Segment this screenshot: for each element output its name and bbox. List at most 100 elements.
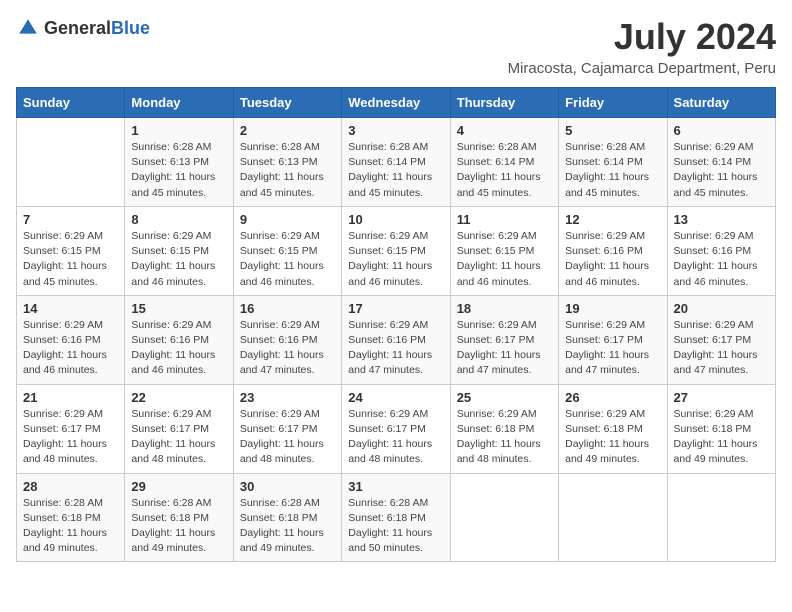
day-info: Sunrise: 6:28 AM Sunset: 6:14 PM Dayligh… — [457, 140, 552, 201]
day-number: 10 — [348, 212, 443, 227]
day-number: 20 — [674, 301, 769, 316]
day-number: 1 — [131, 123, 226, 138]
calendar-week-row-2: 14 Sunrise: 6:29 AM Sunset: 6:16 PM Dayli… — [17, 295, 776, 384]
calendar-cell: 5 Sunrise: 6:28 AM Sunset: 6:14 PM Daylig… — [559, 118, 667, 207]
day-info: Sunrise: 6:29 AM Sunset: 6:15 PM Dayligh… — [240, 229, 335, 290]
calendar-table: Sunday Monday Tuesday Wednesday Thursday… — [16, 87, 776, 562]
calendar-cell — [450, 473, 558, 562]
day-info: Sunrise: 6:28 AM Sunset: 6:18 PM Dayligh… — [348, 496, 443, 557]
calendar-cell: 12 Sunrise: 6:29 AM Sunset: 6:16 PM Dayli… — [559, 206, 667, 295]
day-number: 7 — [23, 212, 118, 227]
day-info: Sunrise: 6:29 AM Sunset: 6:15 PM Dayligh… — [23, 229, 118, 290]
day-number: 3 — [348, 123, 443, 138]
day-info: Sunrise: 6:29 AM Sunset: 6:15 PM Dayligh… — [131, 229, 226, 290]
calendar-cell: 24 Sunrise: 6:29 AM Sunset: 6:17 PM Dayli… — [342, 384, 450, 473]
day-info: Sunrise: 6:29 AM Sunset: 6:17 PM Dayligh… — [565, 318, 660, 379]
calendar-cell: 6 Sunrise: 6:29 AM Sunset: 6:14 PM Daylig… — [667, 118, 775, 207]
day-number: 5 — [565, 123, 660, 138]
calendar-week-row-0: 1 Sunrise: 6:28 AM Sunset: 6:13 PM Daylig… — [17, 118, 776, 207]
day-number: 8 — [131, 212, 226, 227]
day-info: Sunrise: 6:29 AM Sunset: 6:17 PM Dayligh… — [23, 407, 118, 468]
calendar-week-row-1: 7 Sunrise: 6:29 AM Sunset: 6:15 PM Daylig… — [17, 206, 776, 295]
calendar-header-row: Sunday Monday Tuesday Wednesday Thursday… — [17, 88, 776, 118]
title-section: July 2024 Miracosta, Cajamarca Departmen… — [508, 16, 776, 77]
day-info: Sunrise: 6:28 AM Sunset: 6:18 PM Dayligh… — [23, 496, 118, 557]
calendar-cell: 11Sunrise: 6:29 AM Sunset: 6:15 PM Dayli… — [450, 206, 558, 295]
calendar-cell: 17Sunrise: 6:29 AM Sunset: 6:16 PM Dayli… — [342, 295, 450, 384]
day-info: Sunrise: 6:29 AM Sunset: 6:17 PM Dayligh… — [240, 407, 335, 468]
day-info: Sunrise: 6:28 AM Sunset: 6:14 PM Dayligh… — [565, 140, 660, 201]
calendar-cell: 14 Sunrise: 6:29 AM Sunset: 6:16 PM Dayli… — [17, 295, 125, 384]
day-info: Sunrise: 6:29 AM Sunset: 6:16 PM Dayligh… — [131, 318, 226, 379]
calendar-cell: 27Sunrise: 6:29 AM Sunset: 6:18 PM Dayli… — [667, 384, 775, 473]
day-info: Sunrise: 6:29 AM Sunset: 6:16 PM Dayligh… — [674, 229, 769, 290]
header-wednesday: Wednesday — [342, 88, 450, 118]
calendar-cell: 15 Sunrise: 6:29 AM Sunset: 6:16 PM Dayli… — [125, 295, 233, 384]
day-number: 2 — [240, 123, 335, 138]
day-info: Sunrise: 6:29 AM Sunset: 6:14 PM Dayligh… — [674, 140, 769, 201]
day-info: Sunrise: 6:29 AM Sunset: 6:16 PM Dayligh… — [23, 318, 118, 379]
day-number: 22 — [131, 390, 226, 405]
day-number: 24 — [348, 390, 443, 405]
day-number: 11 — [457, 212, 552, 227]
calendar-cell: 9 Sunrise: 6:29 AM Sunset: 6:15 PM Daylig… — [233, 206, 341, 295]
calendar-cell: 29 Sunrise: 6:28 AM Sunset: 6:18 PM Dayli… — [125, 473, 233, 562]
day-info: Sunrise: 6:29 AM Sunset: 6:17 PM Dayligh… — [131, 407, 226, 468]
day-info: Sunrise: 6:29 AM Sunset: 6:18 PM Dayligh… — [565, 407, 660, 468]
day-info: Sunrise: 6:29 AM Sunset: 6:17 PM Dayligh… — [348, 407, 443, 468]
day-number: 29 — [131, 479, 226, 494]
month-title: July 2024 — [508, 16, 776, 58]
calendar-cell — [17, 118, 125, 207]
calendar-cell: 8 Sunrise: 6:29 AM Sunset: 6:15 PM Daylig… — [125, 206, 233, 295]
day-number: 30 — [240, 479, 335, 494]
day-info: Sunrise: 6:28 AM Sunset: 6:18 PM Dayligh… — [131, 496, 226, 557]
day-number: 31 — [348, 479, 443, 494]
calendar-cell: 13 Sunrise: 6:29 AM Sunset: 6:16 PM Dayli… — [667, 206, 775, 295]
calendar-week-row-4: 28 Sunrise: 6:28 AM Sunset: 6:18 PM Dayli… — [17, 473, 776, 562]
calendar-cell: 4 Sunrise: 6:28 AM Sunset: 6:14 PM Daylig… — [450, 118, 558, 207]
calendar-cell: 23 Sunrise: 6:29 AM Sunset: 6:17 PM Dayli… — [233, 384, 341, 473]
header-friday: Friday — [559, 88, 667, 118]
day-number: 13 — [674, 212, 769, 227]
day-number: 17 — [348, 301, 443, 316]
calendar-cell: 25 Sunrise: 6:29 AM Sunset: 6:18 PM Dayli… — [450, 384, 558, 473]
calendar-week-row-3: 21 Sunrise: 6:29 AM Sunset: 6:17 PM Dayli… — [17, 384, 776, 473]
logo: GeneralBlue — [16, 16, 150, 40]
logo-icon — [16, 16, 40, 40]
day-info: Sunrise: 6:29 AM Sunset: 6:16 PM Dayligh… — [240, 318, 335, 379]
day-info: Sunrise: 6:29 AM Sunset: 6:16 PM Dayligh… — [565, 229, 660, 290]
calendar-cell — [667, 473, 775, 562]
calendar-cell: 31 Sunrise: 6:28 AM Sunset: 6:18 PM Dayli… — [342, 473, 450, 562]
header-sunday: Sunday — [17, 88, 125, 118]
day-number: 14 — [23, 301, 118, 316]
calendar-cell: 20Sunrise: 6:29 AM Sunset: 6:17 PM Dayli… — [667, 295, 775, 384]
day-number: 26 — [565, 390, 660, 405]
calendar-cell: 2 Sunrise: 6:28 AM Sunset: 6:13 PM Daylig… — [233, 118, 341, 207]
calendar-cell: 3 Sunrise: 6:28 AM Sunset: 6:14 PM Daylig… — [342, 118, 450, 207]
day-number: 12 — [565, 212, 660, 227]
day-info: Sunrise: 6:29 AM Sunset: 6:15 PM Dayligh… — [348, 229, 443, 290]
day-info: Sunrise: 6:29 AM Sunset: 6:18 PM Dayligh… — [457, 407, 552, 468]
calendar-cell: 22 Sunrise: 6:29 AM Sunset: 6:17 PM Dayli… — [125, 384, 233, 473]
day-number: 6 — [674, 123, 769, 138]
day-info: Sunrise: 6:28 AM Sunset: 6:13 PM Dayligh… — [240, 140, 335, 201]
day-number: 16 — [240, 301, 335, 316]
day-number: 9 — [240, 212, 335, 227]
day-info: Sunrise: 6:28 AM Sunset: 6:13 PM Dayligh… — [131, 140, 226, 201]
day-number: 28 — [23, 479, 118, 494]
logo-text-general: GeneralBlue — [44, 18, 150, 39]
header: GeneralBlue July 2024 Miracosta, Cajamar… — [16, 16, 776, 77]
day-number: 21 — [23, 390, 118, 405]
day-number: 19 — [565, 301, 660, 316]
header-tuesday: Tuesday — [233, 88, 341, 118]
header-monday: Monday — [125, 88, 233, 118]
calendar-cell: 10 Sunrise: 6:29 AM Sunset: 6:15 PM Dayli… — [342, 206, 450, 295]
day-info: Sunrise: 6:28 AM Sunset: 6:14 PM Dayligh… — [348, 140, 443, 201]
day-number: 4 — [457, 123, 552, 138]
calendar-cell: 16 Sunrise: 6:29 AM Sunset: 6:16 PM Dayli… — [233, 295, 341, 384]
day-number: 25 — [457, 390, 552, 405]
day-number: 23 — [240, 390, 335, 405]
day-number: 15 — [131, 301, 226, 316]
calendar-cell: 26 Sunrise: 6:29 AM Sunset: 6:18 PM Dayli… — [559, 384, 667, 473]
calendar-cell: 1 Sunrise: 6:28 AM Sunset: 6:13 PM Daylig… — [125, 118, 233, 207]
